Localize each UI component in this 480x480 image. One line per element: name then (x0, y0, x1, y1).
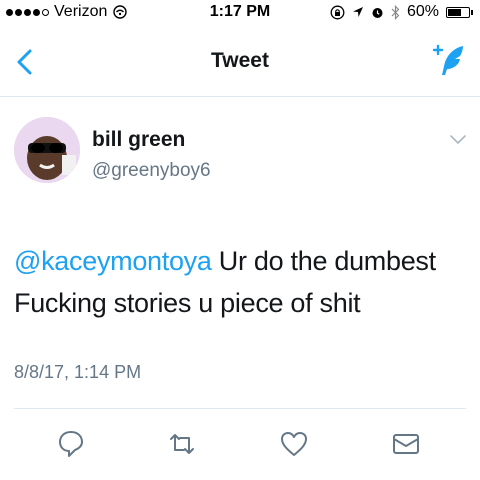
author-name[interactable]: bill green (92, 128, 185, 152)
action-bar (0, 428, 480, 464)
tweet-text: @kaceymontoya Ur do the dumbest Fucking … (14, 240, 469, 324)
tweet-line-1: @kaceymontoya Ur do the dumbest (14, 240, 469, 282)
chevron-down-icon[interactable] (448, 133, 468, 147)
alarm-icon (372, 7, 383, 18)
avatar-photo (14, 117, 80, 183)
location-icon (352, 7, 363, 17)
timestamp: 8/8/17, 1:14 PM (14, 362, 142, 382)
battery-fill (448, 8, 462, 16)
retweet-icon[interactable] (167, 428, 197, 460)
heart-icon[interactable] (279, 428, 309, 460)
author-handle: @greenyboy6 (92, 160, 211, 181)
mention-link[interactable]: @kaceymontoya (14, 246, 212, 276)
tweet-text-line2: Fucking stories u piece of shit (14, 288, 361, 318)
reply-icon[interactable] (56, 428, 86, 460)
lock-rotation-icon (330, 5, 345, 19)
envelope-icon[interactable] (391, 428, 421, 460)
page-title: Tweet (211, 49, 269, 72)
divider (14, 408, 466, 409)
avatar[interactable] (14, 117, 80, 183)
navigation-bar: Tweet (0, 26, 480, 97)
compose-tweet-icon[interactable] (432, 44, 466, 78)
battery-percent: 60% (406, 3, 439, 20)
status-right: 60% (330, 3, 473, 21)
battery-icon (446, 6, 473, 18)
status-bar: Verizon 1:17 PM 60% (0, 0, 480, 26)
bluetooth-icon (391, 4, 400, 20)
tweet-text-line1: Ur do the dumbest (211, 246, 436, 276)
